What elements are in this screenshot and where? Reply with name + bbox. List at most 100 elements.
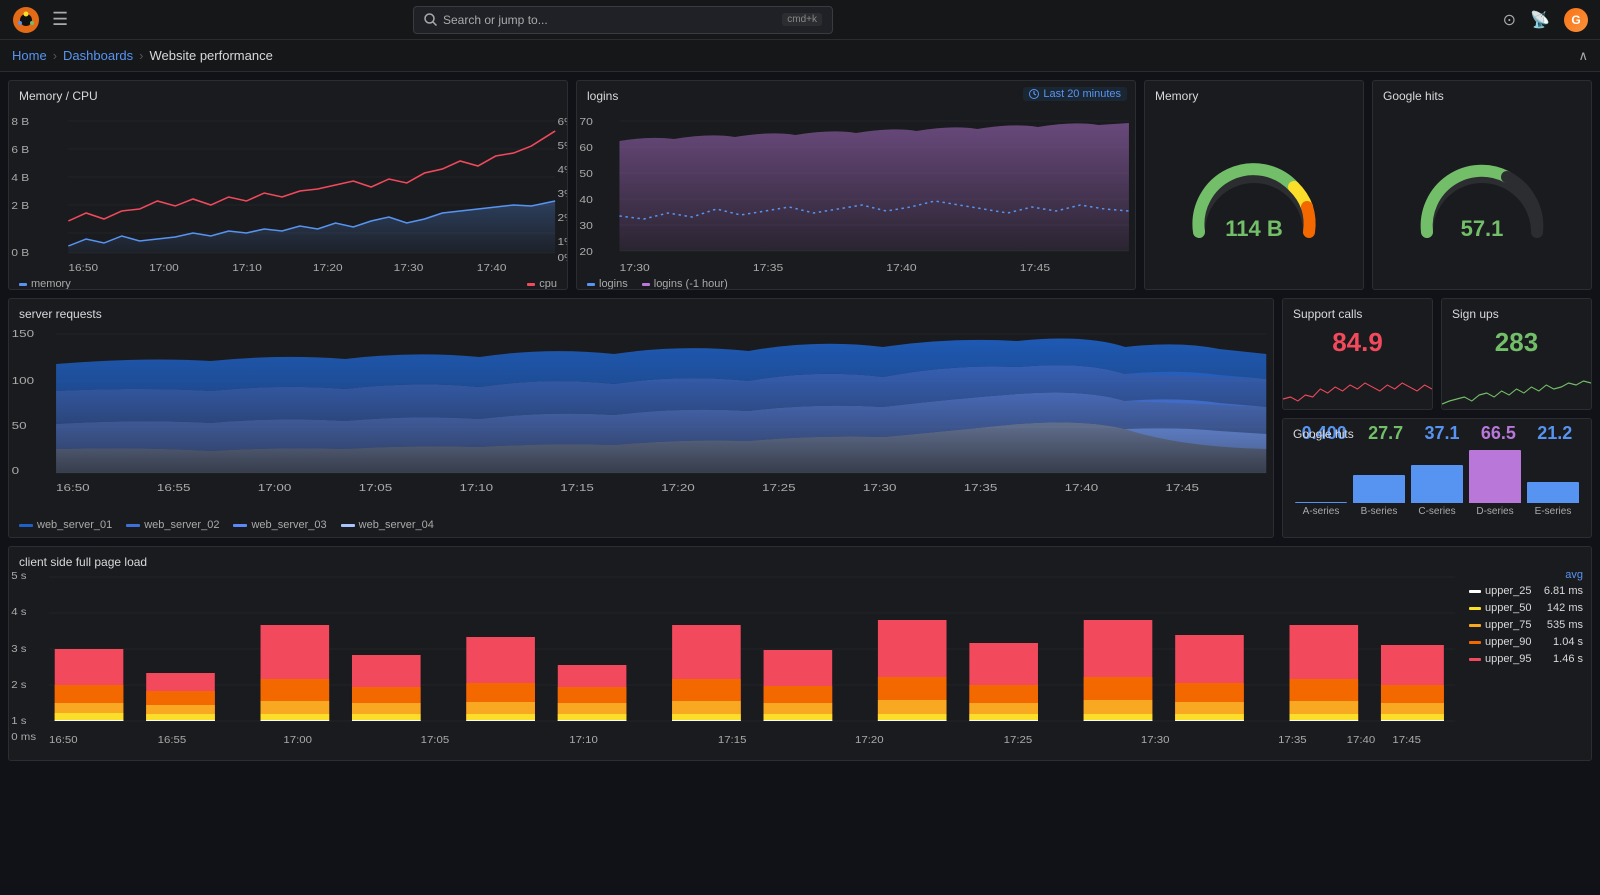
svg-text:100: 100: [12, 375, 35, 387]
server-requests-chart: 150 100 50 0 16:50 16:55 1: [9, 319, 1273, 519]
svg-text:2%: 2%: [558, 213, 567, 224]
google-hits-gauge-value: 57.1: [1461, 216, 1504, 242]
bar-col-b: B-series: [1353, 450, 1405, 517]
svg-text:4%: 4%: [558, 165, 567, 176]
server-requests-panel: server requests: [8, 298, 1274, 538]
legend-color-upper90: [1469, 641, 1481, 644]
sign-ups-panel: Sign ups 283: [1441, 298, 1592, 410]
svg-text:40: 40: [579, 195, 592, 206]
bar-d: [1469, 450, 1521, 503]
bar-col-d: D-series: [1469, 450, 1521, 517]
svg-text:2 B: 2 B: [11, 201, 29, 212]
svg-text:17:30: 17:30: [1141, 735, 1170, 746]
user-avatar[interactable]: G: [1564, 8, 1588, 32]
bar-a: [1295, 502, 1347, 503]
breadcrumb-dashboards[interactable]: Dashboards: [63, 48, 133, 63]
svg-text:17:35: 17:35: [964, 482, 998, 494]
svg-text:17:00: 17:00: [283, 735, 312, 746]
svg-text:17:30: 17:30: [619, 263, 649, 274]
legend-upper75: upper_75 535 ms: [1469, 619, 1583, 631]
svg-text:4 B: 4 B: [11, 173, 29, 184]
svg-text:17:45: 17:45: [1020, 263, 1050, 274]
topbar: ☰ Search or jump to... cmd+k ⊙ 📡 G: [0, 0, 1600, 40]
svg-text:16:50: 16:50: [56, 482, 90, 494]
legend-upper95: upper_95 1.46 s: [1469, 653, 1583, 665]
bar-label-a: A-series: [1303, 506, 1340, 517]
google-hits-gauge-panel: Google hits 57.1: [1372, 80, 1592, 290]
svg-text:2 s: 2 s: [11, 680, 26, 691]
legend-upper90: upper_90 1.04 s: [1469, 636, 1583, 648]
memory-cpu-chart: 8 B 6 B 4 B 2 B 0 B 6% 5% 4% 3% 2% 1% 0%: [9, 101, 567, 276]
svg-text:8 B: 8 B: [11, 117, 29, 128]
legend-color-upper25: [1469, 590, 1481, 593]
search-shortcut: cmd+k: [782, 13, 822, 26]
svg-text:17:00: 17:00: [149, 263, 179, 274]
legend-memory: memory: [19, 278, 71, 290]
svg-text:50: 50: [12, 420, 27, 432]
page-load-svg: 5 s 4 s 3 s 2 s 1 s 0 ms: [9, 565, 1461, 750]
google-hits-bar-container: A-series B-series C-series: [1283, 446, 1591, 537]
google-hits-bars-panel: Google hits 0.400 27.7 37.1 66.5 21.2 A-…: [1282, 418, 1592, 538]
svg-text:17:05: 17:05: [421, 735, 450, 746]
breadcrumb-sep2: ›: [139, 48, 143, 63]
server-requests-title: server requests: [9, 299, 1273, 325]
help-icon[interactable]: ⊙: [1503, 10, 1516, 30]
svg-text:17:25: 17:25: [1004, 735, 1033, 746]
bar-e: [1527, 482, 1579, 503]
legend-upper50: upper_50 142 ms: [1469, 602, 1583, 614]
legend-cpu: cpu: [527, 278, 557, 290]
bar-label-e: E-series: [1535, 506, 1572, 517]
bar-col-a: A-series: [1295, 450, 1347, 517]
svg-text:17:10: 17:10: [569, 735, 598, 746]
sign-ups-sparkline: [1442, 369, 1591, 409]
page-load-legend: avg upper_25 6.81 ms upper_50 142 ms: [1461, 547, 1591, 760]
google-hits-gauge: 57.1: [1407, 152, 1557, 252]
topbar-right: ⊙ 📡 G: [1503, 8, 1588, 32]
bar-col-c: C-series: [1411, 450, 1463, 517]
svg-text:16:50: 16:50: [68, 263, 98, 274]
search-bar[interactable]: Search or jump to... cmd+k: [413, 6, 833, 34]
svg-text:1%: 1%: [558, 237, 567, 248]
breadcrumb-current: Website performance: [149, 48, 272, 63]
bar-b: [1353, 475, 1405, 503]
bar-c: [1411, 465, 1463, 503]
memory-cpu-legend: memory cpu: [9, 276, 567, 290]
collapse-icon[interactable]: ∧: [1578, 48, 1588, 64]
legend-color-upper75: [1469, 624, 1481, 627]
breadcrumb-home[interactable]: Home: [12, 48, 47, 63]
svg-text:0 ms: 0 ms: [11, 732, 36, 743]
notifications-icon[interactable]: 📡: [1530, 10, 1550, 30]
search-icon: [424, 13, 437, 26]
svg-text:30: 30: [579, 221, 592, 232]
bar-label-d: D-series: [1476, 506, 1513, 517]
row2-right-top: Support calls 84.9 Sign ups 283: [1282, 298, 1592, 410]
row2: server requests: [8, 298, 1592, 538]
memory-gauge: 114 B: [1179, 152, 1329, 252]
svg-text:17:40: 17:40: [477, 263, 507, 274]
svg-text:17:40: 17:40: [1065, 482, 1099, 494]
sign-ups-value: 283: [1442, 299, 1591, 358]
svg-text:0%: 0%: [558, 253, 567, 264]
svg-text:6 B: 6 B: [11, 145, 29, 156]
svg-text:1 s: 1 s: [11, 716, 26, 727]
dashboard: Memory / CPU 8 B 6 B 4 B 2 B 0 B 6% 5% 4…: [0, 72, 1600, 769]
memory-gauge-value: 114 B: [1225, 216, 1283, 242]
svg-text:16:50: 16:50: [49, 735, 78, 746]
svg-text:60: 60: [579, 143, 592, 154]
server-requests-legend: web_server_01 web_server_02 web_server_0…: [9, 519, 1273, 535]
memory-cpu-panel: Memory / CPU 8 B 6 B 4 B 2 B 0 B 6% 5% 4…: [8, 80, 568, 290]
svg-text:17:05: 17:05: [359, 482, 393, 494]
svg-text:17:35: 17:35: [753, 263, 783, 274]
svg-text:17:35: 17:35: [1278, 735, 1307, 746]
svg-text:17:00: 17:00: [258, 482, 292, 494]
support-calls-panel: Support calls 84.9: [1282, 298, 1433, 410]
menu-icon[interactable]: ☰: [52, 9, 68, 30]
svg-text:6%: 6%: [558, 117, 567, 128]
svg-text:3 s: 3 s: [11, 644, 26, 655]
legend-upper25: upper_25 6.81 ms: [1469, 585, 1583, 597]
row1: Memory / CPU 8 B 6 B 4 B 2 B 0 B 6% 5% 4…: [8, 80, 1592, 290]
svg-text:17:20: 17:20: [661, 482, 695, 494]
svg-text:17:15: 17:15: [560, 482, 594, 494]
bar-col-e: E-series: [1527, 450, 1579, 517]
breadcrumb: Home › Dashboards › Website performance …: [0, 40, 1600, 72]
